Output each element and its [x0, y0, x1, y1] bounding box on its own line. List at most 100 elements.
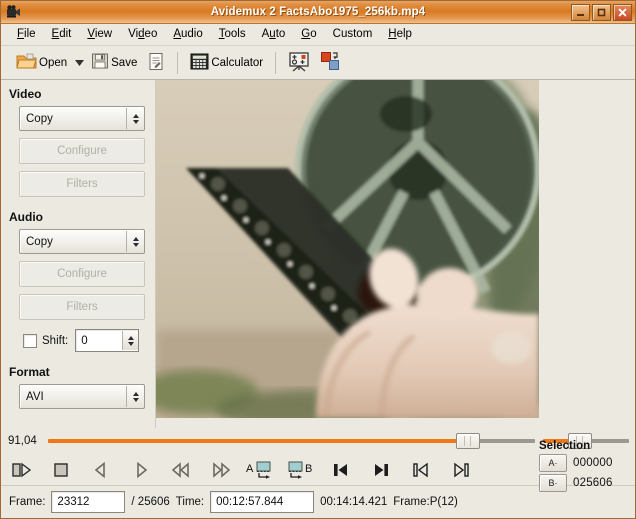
seek-position-label: 91,04 [8, 435, 44, 447]
selection-b-row: B· 025606 [539, 474, 631, 492]
format-value: AVI [20, 391, 44, 403]
menu-video[interactable]: Video [120, 26, 165, 43]
menu-file[interactable]: File [9, 26, 44, 43]
frame-input[interactable]: 23312 [51, 491, 125, 513]
close-button[interactable] [613, 4, 632, 21]
format-select[interactable]: AVI [19, 384, 145, 409]
stop-button[interactable] [41, 456, 81, 484]
menu-go[interactable]: Go [293, 26, 324, 43]
audio-shift-row: Shift: 0 [23, 329, 145, 352]
maximize-button[interactable] [592, 4, 611, 21]
open-label: Open [39, 57, 67, 69]
calculator-button[interactable]: Calculator [185, 49, 268, 77]
shift-checkbox[interactable] [23, 334, 37, 348]
audio-filters-button[interactable]: Filters [19, 294, 145, 320]
next-keyframe-icon [371, 462, 391, 478]
next-frame-icon [132, 462, 150, 478]
go-end-icon [451, 462, 471, 478]
main-seek-handle[interactable] [456, 433, 480, 449]
job-queue-button[interactable] [283, 49, 315, 77]
calculator-icon [190, 53, 209, 73]
video-configure-button[interactable]: Configure [19, 138, 145, 164]
next-keyframe-button[interactable] [361, 456, 401, 484]
audio-codec-value: Copy [20, 236, 53, 248]
video-group-title: Video [9, 87, 155, 101]
play-button[interactable] [1, 456, 41, 484]
total-duration: 00:14:14.421 [320, 496, 387, 508]
set-marker-b-button[interactable]: B [281, 456, 321, 484]
spinner-arrows-icon[interactable] [126, 231, 144, 252]
fast-forward-icon [210, 462, 232, 478]
selection-a-button[interactable]: A· [539, 454, 567, 472]
menu-bar: File Edit View Video Audio Tools Auto Go… [1, 24, 635, 46]
main-seek-slider[interactable] [48, 433, 535, 449]
menu-edit[interactable]: Edit [44, 26, 80, 43]
window-controls [571, 4, 635, 21]
video-filters-button[interactable]: Filters [19, 171, 145, 197]
menu-audio[interactable]: Audio [165, 26, 210, 43]
selection-title: Selection [539, 440, 631, 452]
spinner-arrows-icon[interactable] [126, 108, 144, 129]
previous-frame-button[interactable] [81, 456, 121, 484]
svg-text:A: A [246, 463, 254, 475]
frame-type: Frame:P(12) [393, 496, 458, 508]
menu-custom[interactable]: Custom [325, 26, 381, 43]
previous-keyframe-button[interactable] [321, 456, 361, 484]
floppy-disk-icon [91, 52, 109, 73]
shift-value-input[interactable]: 0 [75, 329, 139, 352]
set-marker-a-button[interactable]: A [241, 456, 281, 484]
frame-value: 23312 [57, 496, 89, 508]
prev-frame-icon [92, 462, 110, 478]
stop-icon [52, 462, 70, 478]
menu-tools[interactable]: Tools [211, 26, 254, 43]
time-input[interactable]: 00:12:57.844 [210, 491, 314, 513]
menu-auto[interactable]: Auto [254, 26, 294, 43]
audio-group-title: Audio [9, 210, 155, 224]
frame-total: / 25606 [131, 496, 169, 508]
shift-blocks-icon [320, 51, 341, 75]
video-codec-value: Copy [20, 113, 53, 125]
play-icon [11, 462, 31, 478]
menu-view[interactable]: View [79, 26, 120, 43]
folder-open-icon [16, 52, 37, 74]
chevron-down-icon[interactable] [72, 51, 86, 75]
go-start-icon [411, 462, 431, 478]
video-preview-area[interactable] [156, 80, 635, 428]
rewind-icon [170, 462, 192, 478]
title-bar: Avidemux 2 FactsAbo1975_256kb.mp4 [1, 1, 635, 24]
job-queue-icon [288, 51, 310, 75]
rewind-button[interactable] [161, 456, 201, 484]
format-group-title: Format [9, 365, 155, 379]
main-toolbar: Open Save [1, 46, 635, 80]
fast-forward-button[interactable] [201, 456, 241, 484]
shift-spinner-icon[interactable] [122, 331, 138, 350]
go-to-end-button[interactable] [441, 456, 481, 484]
shift-label: Shift: [42, 335, 68, 347]
save-button[interactable]: Save [86, 49, 142, 77]
selection-panel: Selection A· 000000 B· 025606 [535, 440, 631, 492]
camera-icon [4, 3, 22, 21]
spinner-arrows-icon[interactable] [126, 386, 144, 407]
svg-text:B: B [305, 463, 312, 475]
menu-help[interactable]: Help [380, 26, 420, 43]
script-document-icon [147, 52, 165, 74]
shift-value: 0 [76, 335, 87, 347]
audio-codec-select[interactable]: Copy [19, 229, 145, 254]
shift-blocks-button[interactable] [315, 49, 346, 77]
time-value: 00:12:57.844 [216, 496, 283, 508]
selection-b-button[interactable]: B· [539, 474, 567, 492]
minimize-button[interactable] [571, 4, 590, 21]
transport-bar: A B [1, 454, 635, 485]
open-button[interactable]: Open [11, 49, 72, 77]
avidemux-window: Avidemux 2 FactsAbo1975_256kb.mp4 File E… [0, 0, 636, 519]
frame-label: Frame: [9, 496, 45, 508]
next-frame-button[interactable] [121, 456, 161, 484]
script-button[interactable] [142, 49, 170, 77]
audio-configure-button[interactable]: Configure [19, 261, 145, 287]
go-to-start-button[interactable] [401, 456, 441, 484]
main-body: Video Copy Configure Filters Audio Copy … [1, 80, 635, 428]
video-codec-select[interactable]: Copy [19, 106, 145, 131]
marker-b-icon: B [286, 460, 316, 480]
save-label: Save [111, 57, 137, 69]
toolbar-separator-1 [177, 52, 178, 74]
